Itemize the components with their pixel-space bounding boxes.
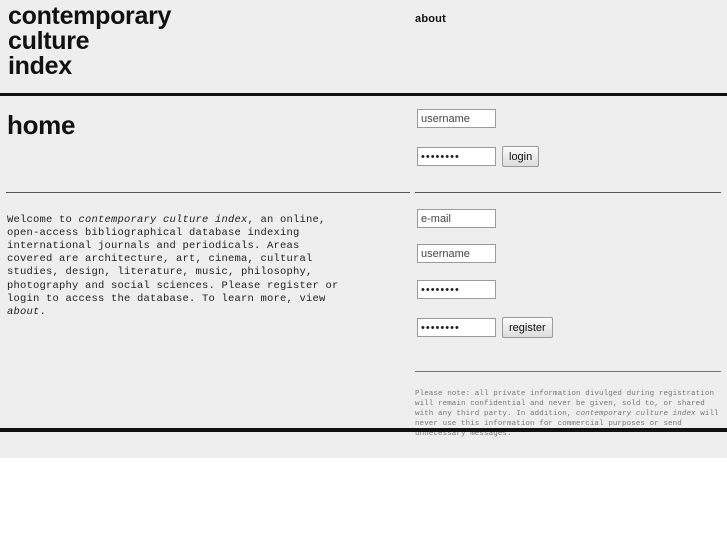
masthead-line-2: culture bbox=[8, 27, 90, 55]
register-password-input[interactable] bbox=[417, 280, 496, 299]
login-username-input[interactable] bbox=[417, 109, 496, 128]
intro-suffix: . bbox=[39, 305, 47, 318]
intro-emphasis-about: about bbox=[7, 305, 40, 318]
footer-divider bbox=[0, 428, 727, 432]
header-divider bbox=[0, 93, 727, 96]
register-email-input[interactable] bbox=[417, 209, 496, 228]
page-title: home bbox=[7, 110, 76, 140]
register-button[interactable]: register bbox=[502, 317, 553, 338]
intro-body: , an online, open-access bibliographical… bbox=[7, 213, 339, 305]
privacy-note-divider bbox=[415, 371, 721, 372]
login-password-input[interactable] bbox=[417, 147, 496, 166]
masthead-line-3: index bbox=[8, 52, 72, 80]
nav-link-about[interactable]: about bbox=[415, 13, 446, 25]
register-password-confirm-input[interactable] bbox=[417, 318, 496, 337]
intro-paragraph: Welcome to contemporary culture index, a… bbox=[7, 214, 343, 320]
privacy-emphasis-site-name: contemporary culture index bbox=[576, 409, 696, 418]
intro-prefix: Welcome to bbox=[7, 213, 79, 226]
masthead-line-1: contemporary bbox=[8, 2, 172, 30]
main-navigation: about bbox=[415, 9, 446, 27]
login-button[interactable]: login bbox=[502, 146, 540, 167]
register-username-input[interactable] bbox=[417, 244, 496, 263]
right-column-divider bbox=[415, 192, 721, 193]
page-container: contemporary culture index about home We… bbox=[0, 0, 727, 458]
left-column-divider bbox=[6, 192, 410, 193]
intro-emphasis-site-name: contemporary culture index bbox=[78, 213, 248, 226]
site-masthead: contemporary culture index bbox=[8, 4, 400, 79]
